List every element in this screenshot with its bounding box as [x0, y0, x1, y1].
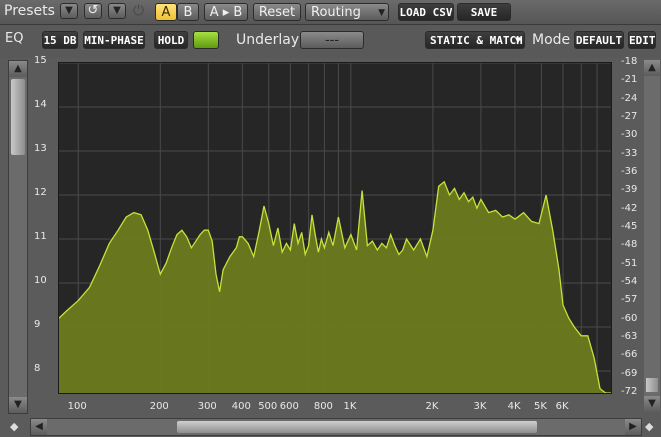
y-tick-label-left: 12 — [34, 187, 47, 198]
chevron-down-icon: ▼ — [65, 5, 73, 16]
chevron-right-icon: ▶ — [629, 421, 637, 432]
x-tick-label: 400 — [231, 401, 251, 412]
chevron-down-icon: ▼ — [514, 35, 521, 46]
x-tick-label: 5K — [534, 401, 547, 412]
mode-label: Mode — [532, 32, 571, 48]
reset-button[interactable]: Reset — [253, 3, 301, 21]
range-button[interactable]: 15 DB — [42, 31, 78, 49]
undo-icon: ↺ — [87, 3, 99, 18]
chevron-left-icon: ◀ — [35, 421, 43, 432]
scroll-thumb[interactable] — [646, 378, 658, 392]
y-tick-label-right: -27 — [621, 111, 638, 122]
x-tick-label: 300 — [197, 401, 217, 412]
presets-dropdown[interactable]: ▼ — [60, 3, 78, 19]
y-tick-label-left: 9 — [34, 319, 41, 330]
y-tick-label-right: -51 — [621, 257, 638, 269]
hold-button[interactable]: HOLD — [154, 31, 188, 49]
y-tick-label-left: 10 — [34, 275, 47, 286]
secondary-toolbar: EQ 15 DB MIN-PHASE HOLD Underlay --- STA… — [0, 25, 661, 58]
y-tick-label-right: -54 — [621, 276, 638, 287]
underlay-select[interactable]: --- — [300, 31, 364, 49]
y-tick-label-right: -24 — [621, 92, 638, 104]
top-toolbar: Presets ▼ ↺ ▼ ⏻ A B A ▸ B Reset Routing … — [0, 0, 661, 37]
underlay-label: Underlay — [236, 32, 300, 48]
y-tick-label-left: 11 — [34, 231, 47, 242]
y-tick-label-right: -63 — [621, 331, 638, 342]
right-scrollbar[interactable]: ▲ ▼ — [644, 60, 660, 412]
power-icon[interactable]: ⏻ — [133, 3, 144, 19]
load-csv-button[interactable]: LOAD CSV — [398, 3, 454, 21]
y-tick-label-right: -42 — [621, 202, 638, 214]
eq-label: EQ — [5, 31, 24, 46]
zoom-diamond-left[interactable]: ◆ — [10, 420, 18, 433]
x-tick-label: 3K — [473, 401, 487, 412]
undo-dropdown[interactable]: ▼ — [108, 3, 126, 19]
chevron-down-icon: ▼ — [113, 5, 121, 16]
y-tick-label-right: -18 — [621, 56, 638, 67]
chevron-up-icon: ▲ — [14, 63, 22, 74]
undo-button[interactable]: ↺ — [84, 3, 102, 19]
spectrum-chart — [59, 63, 611, 393]
y-tick-label-right: -60 — [621, 312, 638, 324]
y-tick-label-left: 13 — [34, 143, 47, 154]
zoom-diamond-right[interactable]: ◆ — [645, 420, 653, 433]
x-tick-label: 500 — [258, 401, 278, 412]
scroll-thumb[interactable] — [11, 79, 25, 155]
save-csv-button[interactable]: SAVE CSV — [457, 3, 511, 37]
hold-indicator[interactable] — [193, 31, 219, 49]
horizontal-scrollbar[interactable]: ◀ ▶ — [30, 418, 642, 436]
chevron-down-icon: ▼ — [648, 398, 656, 409]
x-tick-label: 600 — [279, 401, 299, 412]
a-to-b-button[interactable]: A ▸ B — [204, 3, 248, 21]
b-button[interactable]: B — [177, 3, 199, 21]
y-tick-label-right: -69 — [621, 367, 638, 379]
default-button[interactable]: DEFAULT — [574, 31, 624, 49]
y-tick-label-right: -21 — [621, 74, 638, 86]
x-tick-label: 800 — [313, 401, 333, 412]
scroll-right-button[interactable]: ▶ — [625, 419, 641, 435]
scroll-thumb[interactable] — [177, 421, 537, 433]
static-match-dropdown[interactable]: STATIC & MATCH ▼ — [425, 31, 525, 49]
a-button[interactable]: A — [155, 3, 177, 21]
vertical-zoom-scrollbar[interactable]: ▲ ▼ — [8, 60, 28, 414]
y-tick-label-right: -48 — [621, 239, 638, 251]
scroll-down-button[interactable]: ▼ — [644, 396, 660, 412]
scroll-down-button[interactable]: ▼ — [9, 397, 27, 413]
routing-button[interactable]: Routing ▼ — [305, 3, 389, 21]
routing-label: Routing — [311, 5, 361, 20]
chevron-down-icon: ▼ — [14, 399, 22, 410]
presets-label[interactable]: Presets — [4, 2, 55, 20]
spectrum-plot[interactable] — [58, 62, 612, 394]
x-tick-label: 6K — [555, 401, 569, 412]
chevron-up-icon: ▲ — [648, 62, 656, 73]
min-phase-button[interactable]: MIN-PHASE — [83, 31, 145, 49]
y-tick-label-right: -33 — [621, 147, 638, 159]
x-tick-label: 200 — [149, 401, 169, 412]
y-tick-label-right: -57 — [621, 294, 638, 306]
scroll-up-button[interactable]: ▲ — [9, 61, 27, 77]
y-tick-label-left: 8 — [34, 363, 41, 374]
chevron-down-icon: ▼ — [378, 8, 385, 18]
x-tick-label: 1K — [343, 401, 357, 412]
y-tick-label-right: -39 — [621, 184, 638, 196]
y-tick-label-right: -36 — [621, 166, 638, 177]
y-tick-label-right: -45 — [621, 221, 638, 232]
edit-button[interactable]: EDIT — [628, 31, 656, 49]
y-tick-label-right: -30 — [621, 129, 638, 141]
y-tick-label-right: -72 — [621, 386, 638, 397]
scroll-up-button[interactable]: ▲ — [644, 60, 660, 76]
x-tick-label: 2K — [425, 401, 439, 412]
static-match-label: STATIC & MATCH — [430, 34, 523, 47]
spectrum-area — [59, 181, 611, 393]
y-tick-label-right: -66 — [621, 349, 638, 361]
x-tick-label: 4K — [507, 401, 521, 412]
x-tick-label: 100 — [67, 401, 87, 412]
scroll-left-button[interactable]: ◀ — [31, 419, 47, 435]
y-tick-label-left: 14 — [34, 99, 47, 110]
y-tick-label-left: 15 — [34, 55, 47, 66]
